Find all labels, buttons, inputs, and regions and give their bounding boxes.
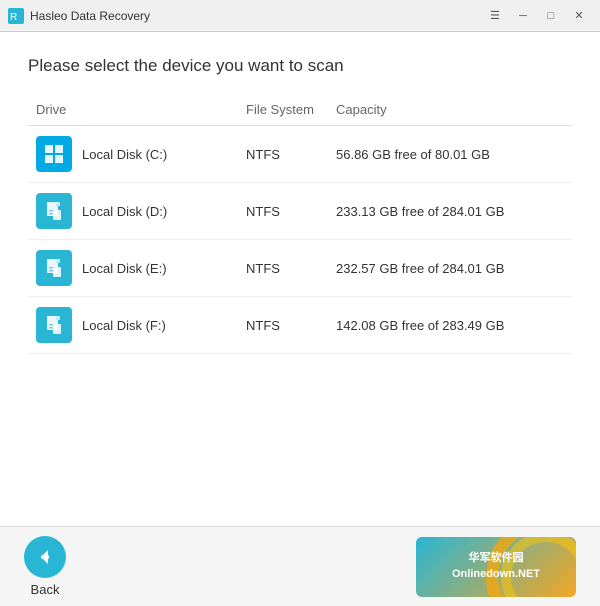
filesystem-cell: NTFS [238, 183, 328, 240]
device-table: Drive File System Capacity Local Disk (C… [28, 96, 572, 354]
drive-cell-3: Local Disk (F:) [28, 297, 238, 354]
minimize-button[interactable]: ─ [510, 6, 536, 26]
window-controls: ☰ ─ □ ✕ [482, 6, 592, 26]
table-row[interactable]: Local Disk (E:) NTFS232.57 GB free of 284… [28, 240, 572, 297]
drive-cell-1: Local Disk (D:) [28, 183, 238, 240]
table-row[interactable]: Local Disk (D:) NTFS233.13 GB free of 284… [28, 183, 572, 240]
back-icon [24, 536, 66, 578]
capacity-cell: 232.57 GB free of 284.01 GB [328, 240, 572, 297]
filesystem-cell: NTFS [238, 126, 328, 183]
title-bar: R Hasleo Data Recovery ☰ ─ □ ✕ [0, 0, 600, 32]
capacity-cell: 233.13 GB free of 284.01 GB [328, 183, 572, 240]
file-icon-svg [43, 314, 65, 336]
filesystem-cell: NTFS [238, 240, 328, 297]
drive-cell-2: Local Disk (E:) [28, 240, 238, 297]
col-header-drive: Drive [28, 96, 238, 126]
close-button[interactable]: ✕ [566, 6, 592, 26]
file-icon-svg [43, 200, 65, 222]
table-header-row: Drive File System Capacity [28, 96, 572, 126]
table-row[interactable]: Local Disk (C:) NTFS56.86 GB free of 80.0… [28, 126, 572, 183]
app-title: Hasleo Data Recovery [30, 9, 482, 23]
file-drive-icon [36, 250, 72, 286]
drive-name: Local Disk (F:) [82, 318, 166, 333]
watermark-badge: 华军软件园 Onlinedown.NET [416, 537, 576, 597]
col-header-filesystem: File System [238, 96, 328, 126]
col-header-capacity: Capacity [328, 96, 572, 126]
menu-button[interactable]: ☰ [482, 6, 508, 26]
file-icon-svg [43, 257, 65, 279]
file-drive-icon [36, 193, 72, 229]
page-title: Please select the device you want to sca… [28, 56, 572, 76]
back-button[interactable]: Back [24, 536, 66, 597]
main-content: Please select the device you want to sca… [0, 32, 600, 526]
table-row[interactable]: Local Disk (F:) NTFS142.08 GB free of 283… [28, 297, 572, 354]
drive-name: Local Disk (C:) [82, 147, 167, 162]
capacity-cell: 56.86 GB free of 80.01 GB [328, 126, 572, 183]
capacity-cell: 142.08 GB free of 283.49 GB [328, 297, 572, 354]
drive-cell-0: Local Disk (C:) [28, 126, 238, 183]
filesystem-cell: NTFS [238, 297, 328, 354]
drive-name: Local Disk (D:) [82, 204, 167, 219]
bottom-bar: Back 华军软件园 Onlinedown.NET [0, 526, 600, 606]
app-icon: R [8, 8, 24, 24]
back-label: Back [31, 582, 60, 597]
back-arrow-icon [34, 546, 56, 568]
watermark-text: 华军软件园 Onlinedown.NET [452, 551, 540, 582]
maximize-button[interactable]: □ [538, 6, 564, 26]
windows-logo-svg [43, 143, 65, 165]
svg-text:R: R [10, 12, 17, 23]
windows-drive-icon [36, 136, 72, 172]
file-drive-icon [36, 307, 72, 343]
drive-name: Local Disk (E:) [82, 261, 167, 276]
